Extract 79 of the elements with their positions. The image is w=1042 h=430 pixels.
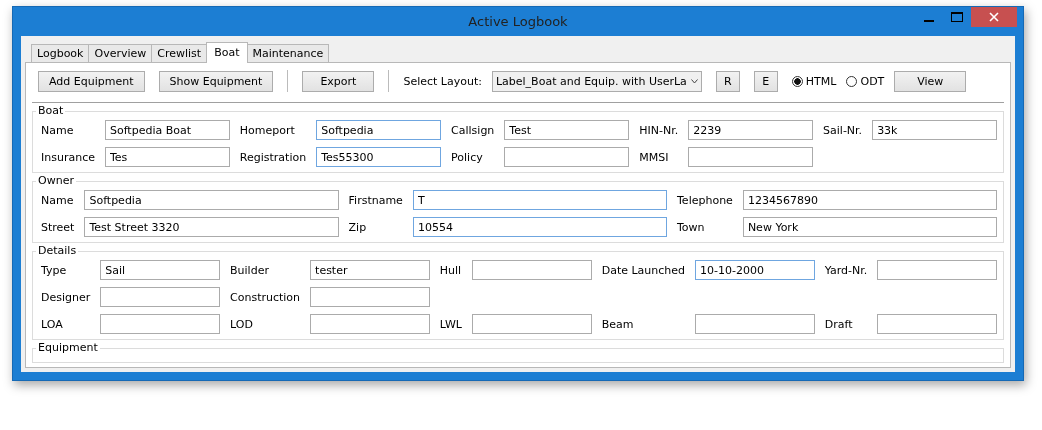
field-label: Beam [601, 317, 635, 331]
window-title: Active Logbook [468, 14, 568, 29]
text-field[interactable] [688, 147, 814, 167]
text-field[interactable]: Softpedia [84, 190, 339, 210]
section-title: Equipment [36, 341, 100, 354]
text-field[interactable]: New York [742, 217, 997, 237]
field-label: LWL [439, 317, 462, 331]
field-label: Type [41, 263, 68, 277]
text-field[interactable] [100, 287, 220, 307]
field-label: Town [677, 220, 706, 234]
radio-option[interactable]: ODT [846, 74, 885, 88]
text-field[interactable] [310, 314, 430, 334]
toolbar-button[interactable]: Export [302, 70, 375, 92]
caret-icon [690, 78, 698, 84]
field-label: Construction [230, 290, 301, 304]
tab[interactable]: Crewlist [151, 44, 208, 62]
text-field[interactable] [695, 314, 815, 334]
tab[interactable]: Maintenance [246, 44, 330, 62]
text-field[interactable]: T [412, 190, 667, 210]
field-label: MMSI [639, 150, 670, 164]
field-label: Designer [41, 290, 91, 304]
field-label: Homeport [239, 123, 296, 137]
maximize-icon [951, 12, 963, 22]
text-field[interactable] [310, 287, 430, 307]
field-label: Zip [348, 220, 368, 234]
minimize-icon [924, 20, 934, 22]
section-title: Owner [36, 174, 76, 187]
toolbar-button[interactable]: View [894, 70, 967, 92]
field-label: Name [41, 193, 75, 207]
text-field[interactable]: 10-10-2000 [695, 260, 815, 280]
field-label: LOD [230, 317, 254, 331]
text-field[interactable]: Sail [100, 260, 220, 280]
text-field[interactable]: Tes [104, 147, 230, 167]
field-label: Sail-Nr. [823, 123, 863, 137]
field-label: Draft [824, 317, 854, 331]
text-field[interactable] [504, 147, 630, 167]
field-label: Registration [239, 150, 307, 164]
toolbar-button[interactable]: Show Equipment [158, 70, 274, 92]
text-field[interactable] [471, 260, 592, 280]
text-field[interactable]: 33k [872, 120, 997, 140]
toolbar-button[interactable]: E [753, 70, 778, 92]
toolbar-button[interactable]: R [715, 70, 740, 92]
close-icon [989, 12, 999, 22]
layout-dropdown[interactable]: Label_Boat and Equip. with UserLa [491, 70, 702, 92]
text-field[interactable]: Softpedia [316, 120, 442, 140]
text-field[interactable]: Test [504, 120, 630, 140]
tab[interactable]: Overview [88, 44, 153, 62]
toolbar-button[interactable]: Add Equipment [38, 70, 145, 92]
tab[interactable]: Logbook [31, 44, 90, 62]
text-field[interactable]: Tes55300 [316, 147, 442, 167]
text-field[interactable]: 1234567890 [742, 190, 997, 210]
field-label: Callsign [451, 123, 495, 137]
field-label: Name [41, 123, 75, 137]
field-label: Street [41, 220, 75, 234]
field-label: Builder [230, 263, 270, 277]
field-label: Yard-Nr. [824, 263, 868, 277]
field-label: Policy [451, 150, 484, 164]
text-field[interactable]: Test Street 3320 [84, 217, 339, 237]
tab[interactable]: Boat [206, 42, 248, 63]
text-field[interactable] [100, 314, 220, 334]
field-label: Telephone [677, 193, 733, 207]
text-field[interactable]: tester [310, 260, 430, 280]
field-label: Firstname [348, 193, 403, 207]
close-button[interactable] [971, 7, 1017, 27]
text-field[interactable]: 2239 [688, 120, 814, 140]
section-title: Boat [36, 104, 66, 117]
text-field[interactable]: 10554 [412, 217, 667, 237]
text-field[interactable] [877, 260, 997, 280]
field-label: Hull [439, 263, 462, 277]
text-field[interactable]: Softpedia Boat [104, 120, 230, 140]
radio-option[interactable]: HTML [791, 74, 837, 88]
layout-label: Select Layout: [403, 74, 482, 88]
field-label: Date Launched [601, 263, 686, 277]
section-title: Details [36, 244, 79, 257]
field-label: Insurance [41, 150, 95, 164]
text-field[interactable] [877, 314, 997, 334]
field-label: HIN-Nr. [639, 123, 679, 137]
field-label: LOA [41, 317, 64, 331]
text-field[interactable] [471, 314, 592, 334]
